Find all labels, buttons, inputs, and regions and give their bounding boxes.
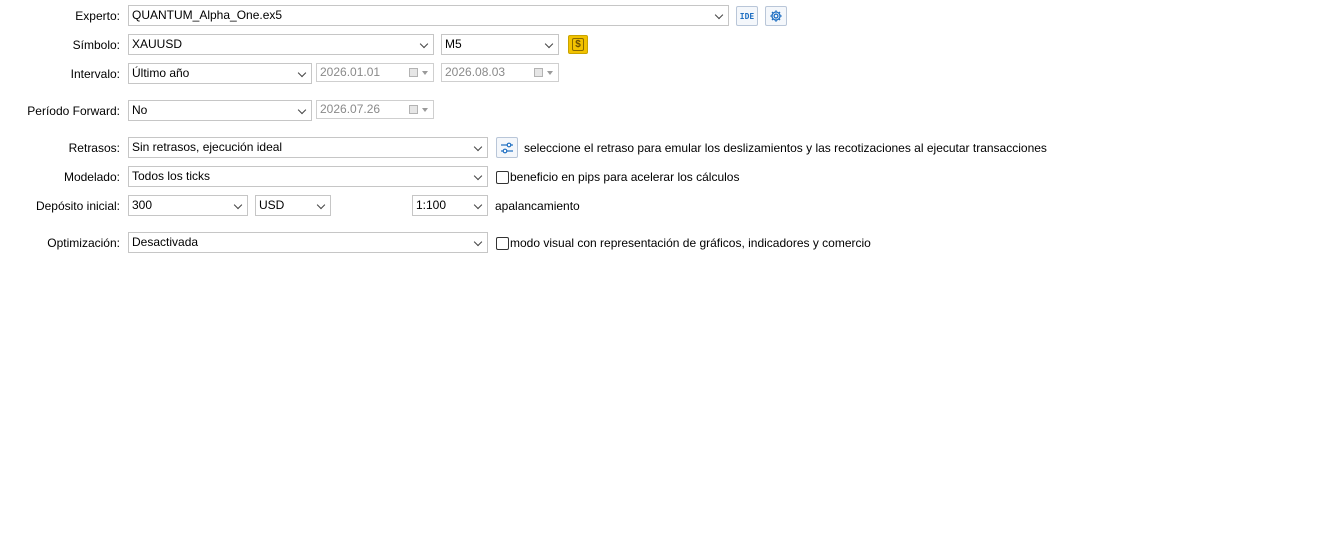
gear-icon (770, 10, 782, 22)
pips-profit-checkbox[interactable] (496, 171, 509, 184)
expert-label: Experto: (75, 9, 120, 23)
modeling-label: Modelado: (63, 170, 120, 184)
deposit-currency-select[interactable]: USD (255, 195, 331, 216)
visual-mode-checkbox[interactable] (496, 237, 509, 250)
forward-label: Período Forward: (27, 104, 120, 118)
symbol-select-value: XAUUSD (132, 37, 183, 51)
interval-select-value: Último año (132, 66, 190, 80)
interval-label: Intervalo: (70, 67, 120, 81)
settings-button[interactable] (765, 6, 787, 26)
deposit-label: Depósito inicial: (35, 199, 120, 213)
symbol-select[interactable]: XAUUSD (128, 34, 434, 55)
leverage-label: apalancamiento (495, 199, 580, 213)
delays-label: Retrasos: (68, 141, 120, 155)
delays-hint: seleccione el retraso para emular los de… (524, 141, 1047, 155)
delays-select-value: Sin retrasos, ejecución ideal (132, 140, 283, 154)
calendar-icon (534, 68, 543, 77)
sliders-icon (501, 142, 513, 153)
calendar-icon (409, 105, 418, 114)
expert-select[interactable]: QUANTUM_Alpha_One.ex5 (128, 5, 729, 26)
delays-select[interactable]: Sin retrasos, ejecución ideal (128, 137, 488, 158)
pips-profit-label[interactable]: beneficio en pips para acelerar los cálc… (510, 170, 739, 184)
timeframe-select[interactable]: M5 (441, 34, 559, 55)
forward-select-value: No (132, 103, 148, 117)
chevron-down-icon (714, 10, 724, 20)
chevron-down-icon (473, 171, 483, 181)
chevron-down-icon (544, 39, 554, 49)
interval-to-date: 2026.08.03 (441, 63, 559, 82)
calendar-icon (409, 68, 418, 77)
interval-from-date: 2026.01.01 (316, 63, 434, 82)
chevron-down-icon (473, 237, 483, 247)
chevron-down-icon (297, 105, 307, 115)
chevron-down-icon (233, 200, 243, 210)
visual-mode-label[interactable]: modo visual con representación de gráfic… (510, 236, 871, 250)
dropdown-arrow-icon (422, 71, 428, 75)
optimization-label: Optimización: (47, 236, 120, 250)
chevron-down-icon (316, 200, 326, 210)
forward-date-value: 2026.07.26 (320, 102, 381, 116)
interval-from-value: 2026.01.01 (320, 65, 381, 79)
leverage-value: 1:100 (416, 198, 447, 212)
deposit-amount-select[interactable]: 300 (128, 195, 248, 216)
chevron-down-icon (419, 39, 429, 49)
interval-select[interactable]: Último año (128, 63, 312, 84)
leverage-select[interactable]: 1:100 (412, 195, 488, 216)
optimization-select[interactable]: Desactivada (128, 232, 488, 253)
deposit-amount-value: 300 (132, 198, 153, 212)
optimization-select-value: Desactivada (132, 235, 199, 249)
chevron-down-icon (473, 142, 483, 152)
forward-date: 2026.07.26 (316, 100, 434, 119)
symbol-spec-button[interactable]: $ (568, 35, 588, 54)
ide-button[interactable]: IDE (736, 6, 758, 26)
modeling-select-value: Todos los ticks (132, 169, 211, 183)
chevron-down-icon (297, 68, 307, 78)
forward-select[interactable]: No (128, 100, 312, 121)
chevron-down-icon (473, 200, 483, 210)
delays-settings-button[interactable] (496, 137, 518, 158)
dropdown-arrow-icon (422, 108, 428, 112)
interval-to-value: 2026.08.03 (445, 65, 506, 79)
modeling-select[interactable]: Todos los ticks (128, 166, 488, 187)
expert-select-value: QUANTUM_Alpha_One.ex5 (132, 8, 283, 22)
symbol-label: Símbolo: (72, 38, 120, 52)
deposit-currency-value: USD (259, 198, 285, 212)
coin-icon: $ (572, 38, 584, 51)
ide-icon: IDE (739, 11, 755, 21)
timeframe-select-value: M5 (445, 37, 462, 51)
dropdown-arrow-icon (547, 71, 553, 75)
